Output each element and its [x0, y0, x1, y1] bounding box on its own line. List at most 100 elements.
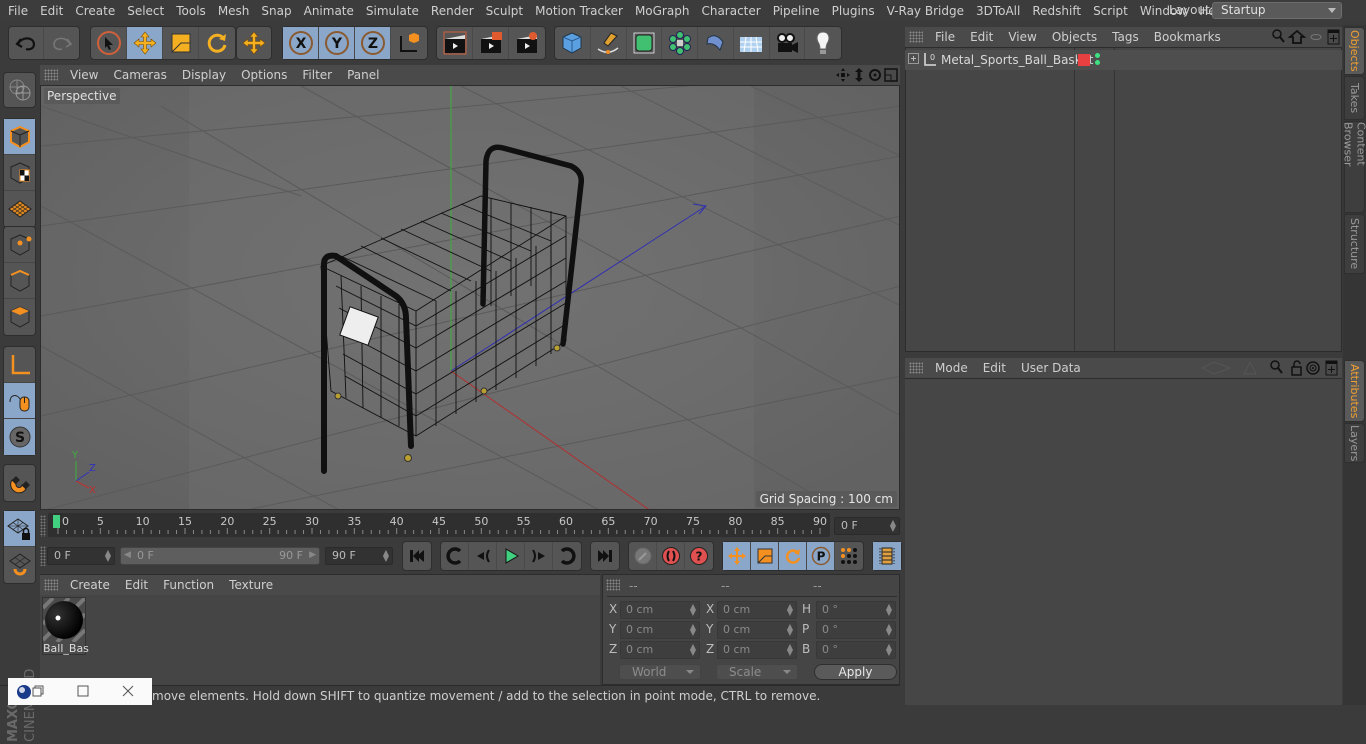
menu-create[interactable]: Create [69, 4, 121, 18]
coordinate-system-button[interactable] [391, 27, 427, 59]
navigate-up-icon[interactable] [1243, 360, 1257, 375]
close-icon[interactable] [122, 685, 134, 697]
objects-menu-tags[interactable]: Tags [1106, 30, 1148, 44]
restore-icon[interactable] [32, 685, 44, 697]
pos-y-field[interactable]: 0 cm ▲ ▼ [620, 621, 700, 639]
pos-z-field[interactable]: 0 cm ▲ ▼ [620, 641, 700, 659]
redo-button[interactable] [44, 27, 79, 59]
go-to-start-button[interactable] [403, 542, 431, 570]
live-move-button[interactable] [237, 27, 271, 59]
new-window-icon[interactable] [1327, 29, 1340, 45]
menu-pipeline[interactable]: Pipeline [767, 4, 826, 18]
texture-mode-button[interactable] [4, 155, 35, 191]
home-icon[interactable] [1287, 29, 1307, 44]
menu-3dtoall[interactable]: 3DToAll [970, 4, 1026, 18]
timeline-grip-icon[interactable] [40, 515, 46, 537]
object-row[interactable]: 0 Metal_Sports_Ball_Basket [905, 50, 1342, 70]
pen-spline-button[interactable] [591, 27, 627, 59]
menu-redshift[interactable]: Redshift [1026, 4, 1087, 18]
select-tool-button[interactable] [91, 27, 127, 59]
size-z-field[interactable]: 0 cm ▲ ▼ [717, 641, 797, 659]
keyframe-selection-button[interactable]: ? [685, 542, 713, 570]
z-axis-lock-button[interactable]: Z [355, 27, 391, 59]
key-scale-button[interactable] [751, 542, 779, 570]
previous-key-button[interactable] [441, 542, 469, 570]
floor-button[interactable] [734, 27, 770, 59]
timeline-window-button[interactable] [873, 542, 901, 570]
tab-objects[interactable]: Objects [1344, 27, 1365, 75]
menu-select[interactable]: Select [121, 4, 170, 18]
tab-takes[interactable]: Takes [1344, 76, 1365, 120]
pan-icon[interactable] [836, 68, 850, 82]
material-menu-create[interactable]: Create [64, 578, 119, 592]
min-frame-field[interactable]: 0 F ▲ ▼ [47, 547, 115, 565]
layout-dropdown[interactable]: Startup [1212, 2, 1342, 19]
rotate-tool-button[interactable] [199, 27, 235, 59]
rot-h-field[interactable]: 0 ° ▲ ▼ [816, 601, 896, 619]
points-mode-button[interactable] [4, 227, 35, 263]
orbit-icon[interactable] [869, 69, 881, 81]
attributes-menu-user-data[interactable]: User Data [1015, 361, 1090, 375]
solo-button[interactable]: S [4, 419, 35, 455]
scale-tool-button[interactable] [163, 27, 199, 59]
coordinate-space-dropdown[interactable]: World [619, 664, 701, 680]
rot-b-field[interactable]: 0 ° ▲ ▼ [816, 641, 896, 659]
target-icon[interactable] [1306, 361, 1320, 375]
attributes-menu-edit[interactable]: Edit [977, 361, 1015, 375]
new-window-icon[interactable] [1325, 360, 1338, 376]
cloner-button[interactable] [662, 27, 698, 59]
search-icon[interactable] [1272, 29, 1285, 43]
snap-button[interactable] [4, 465, 35, 501]
timeline-ruler[interactable]: 0 5 10 15 20 25 30 35 40 45 50 55 60 65 70 75 80 85 90 [48, 513, 830, 537]
record-keys-button[interactable] [629, 542, 657, 570]
menu-animate[interactable]: Animate [298, 4, 360, 18]
tab-layers[interactable]: Layers [1344, 423, 1365, 463]
viewport-menu-options[interactable]: Options [235, 68, 296, 82]
axis-mode-button[interactable] [4, 347, 35, 383]
search-icon[interactable] [1270, 360, 1283, 374]
panel-grip-icon[interactable] [909, 362, 923, 374]
material-menu-edit[interactable]: Edit [119, 578, 157, 592]
dolly-icon[interactable] [855, 68, 863, 82]
play-button[interactable] [497, 542, 525, 570]
max-frame-field[interactable]: 90 F ▲ ▼ [325, 547, 393, 565]
eye-icon[interactable] [1310, 34, 1322, 40]
y-axis-lock-button[interactable]: Y [319, 27, 355, 59]
menu-edit[interactable]: Edit [34, 4, 69, 18]
panel-grip-icon[interactable] [44, 69, 58, 81]
go-to-end-button[interactable] [591, 542, 619, 570]
material-menu-function[interactable]: Function [157, 578, 223, 592]
maximize-view-icon[interactable] [884, 68, 898, 82]
point-level-animation-button[interactable] [835, 542, 863, 570]
navigate-back-icon[interactable] [1200, 361, 1232, 375]
object-name[interactable]: Metal_Sports_Ball_Basket [941, 53, 1093, 67]
edges-mode-button[interactable] [4, 263, 35, 299]
light-button[interactable] [805, 27, 841, 59]
menu-sculpt[interactable]: Sculpt [480, 4, 529, 18]
apply-button[interactable]: Apply [814, 664, 897, 680]
current-frame-field[interactable]: 0 F ▲ ▼ [834, 517, 900, 535]
menu-vray-bridge[interactable]: V-Ray Bridge [881, 4, 970, 18]
3d-viewport[interactable]: Y Z X Perspective Grid Spacing : 100 cm [40, 85, 900, 510]
objects-menu-edit[interactable]: Edit [964, 30, 1002, 44]
cube-button[interactable] [555, 27, 591, 59]
lock-icon[interactable] [1291, 360, 1302, 376]
tab-structure[interactable]: Structure [1344, 214, 1365, 274]
menu-file[interactable]: File [0, 4, 34, 18]
polygons-mode-button[interactable] [4, 299, 35, 335]
lock-workplane-button[interactable] [4, 511, 35, 547]
range-left-arrow-icon[interactable]: ◀ [124, 550, 131, 560]
panel-grip-icon[interactable] [909, 31, 923, 43]
menu-mograph[interactable]: MoGraph [629, 4, 696, 18]
subdivision-surface-button[interactable] [627, 27, 663, 59]
model-mode-button[interactable] [4, 119, 35, 155]
make-editable-button[interactable] [4, 73, 35, 107]
layer-color-swatch[interactable] [1078, 54, 1090, 66]
menu-mesh[interactable]: Mesh [212, 4, 256, 18]
editor-visibility-dot[interactable] [1095, 53, 1100, 58]
objects-menu-view[interactable]: View [1002, 30, 1045, 44]
next-key-button[interactable] [553, 542, 581, 570]
frame-range-slider[interactable]: ◀ 0 F 90 F ▶ [120, 547, 320, 565]
render-settings-button[interactable] [509, 27, 545, 59]
viewport-menu-panel[interactable]: Panel [341, 68, 388, 82]
